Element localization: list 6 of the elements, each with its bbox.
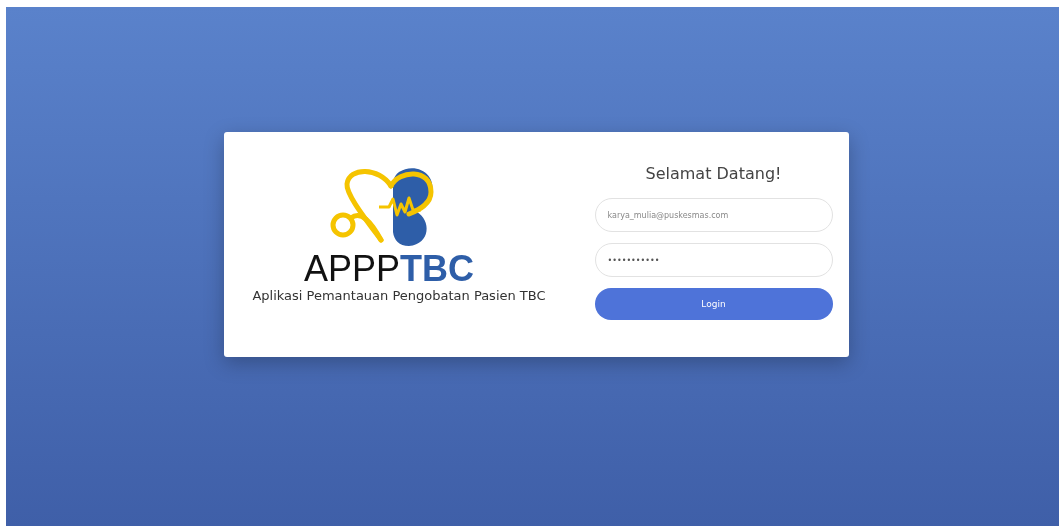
tagline: Aplikasi Pemantauan Pengobatan Pasien TBC bbox=[252, 288, 546, 303]
password-field[interactable]: ••••••••••• bbox=[594, 243, 833, 277]
email-field[interactable]: karya_mulia@puskesmas.com bbox=[594, 198, 833, 232]
brand-name: APPPTBC bbox=[303, 252, 474, 286]
welcome-title: Selamat Datang! bbox=[645, 164, 782, 183]
login-button[interactable]: Login bbox=[594, 288, 833, 320]
